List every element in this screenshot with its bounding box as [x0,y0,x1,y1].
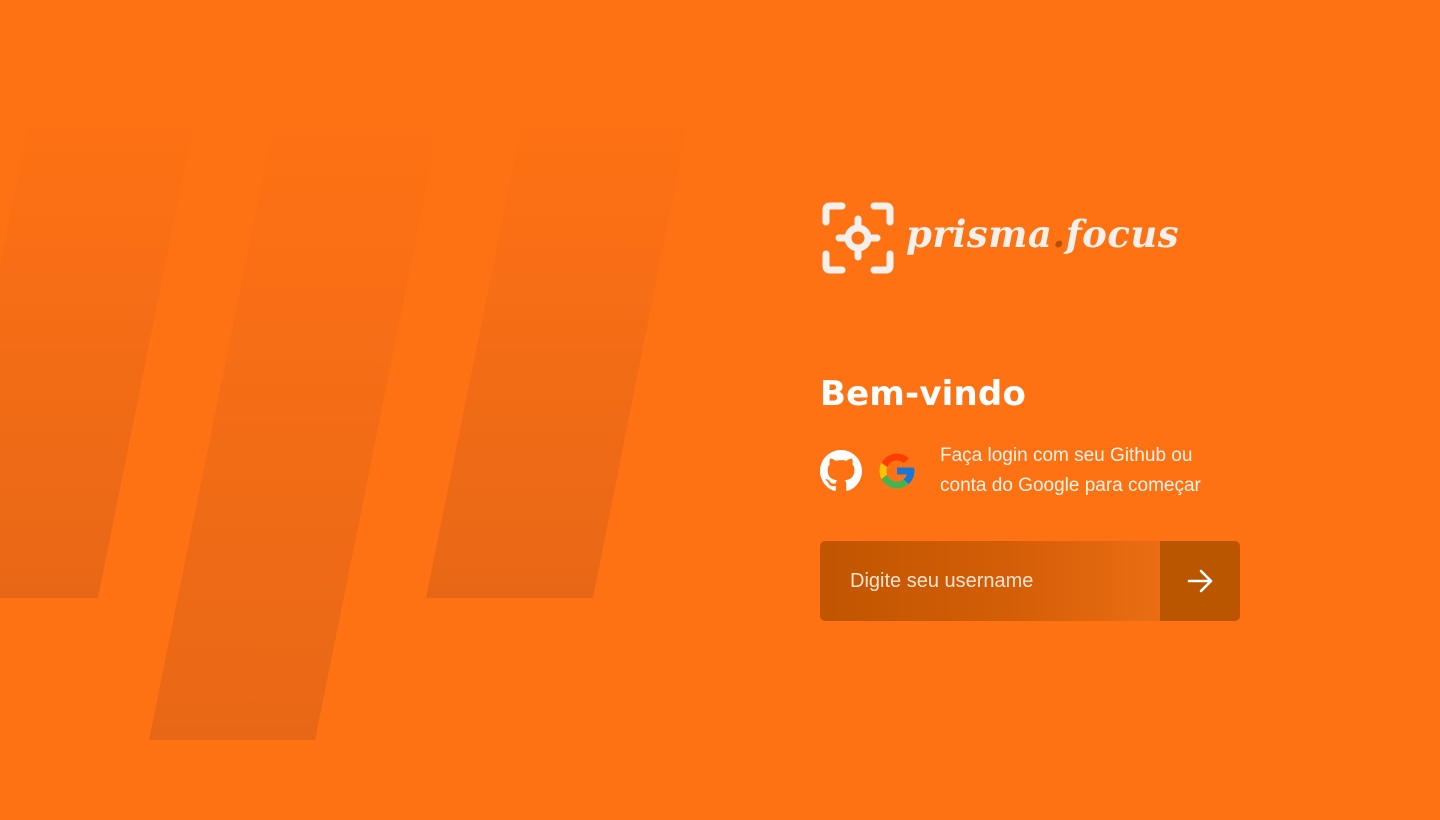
github-icon [820,450,862,491]
brand-logo: prisma.focus [820,200,1179,276]
brand-name-part2: focus [1065,212,1180,256]
login-instructions: Faça login com seu Github ou conta do Go… [940,445,1201,496]
decorative-stripe [149,92,446,740]
github-login-button[interactable] [820,450,862,492]
brand-name-part1: prisma [906,212,1053,256]
brand-separator: . [1052,212,1066,256]
submit-button[interactable] [1160,541,1240,621]
google-login-button[interactable] [876,450,918,492]
username-form [820,541,1240,621]
welcome-title: Bem-vindo [820,374,1027,414]
username-input[interactable] [820,541,1160,621]
focus-target-icon [822,202,894,274]
google-icon [879,453,915,489]
decorative-stripe [0,92,200,598]
brand-name: prisma.focus [906,212,1179,256]
login-providers: Faça login com seu Github ou conta do Go… [820,441,1240,501]
login-panel: prisma.focus Bem-vindo Faça login com se… [820,0,1240,820]
arrow-right-icon [1187,569,1213,593]
decorative-stripe [426,92,694,598]
background-decoration [0,92,694,740]
